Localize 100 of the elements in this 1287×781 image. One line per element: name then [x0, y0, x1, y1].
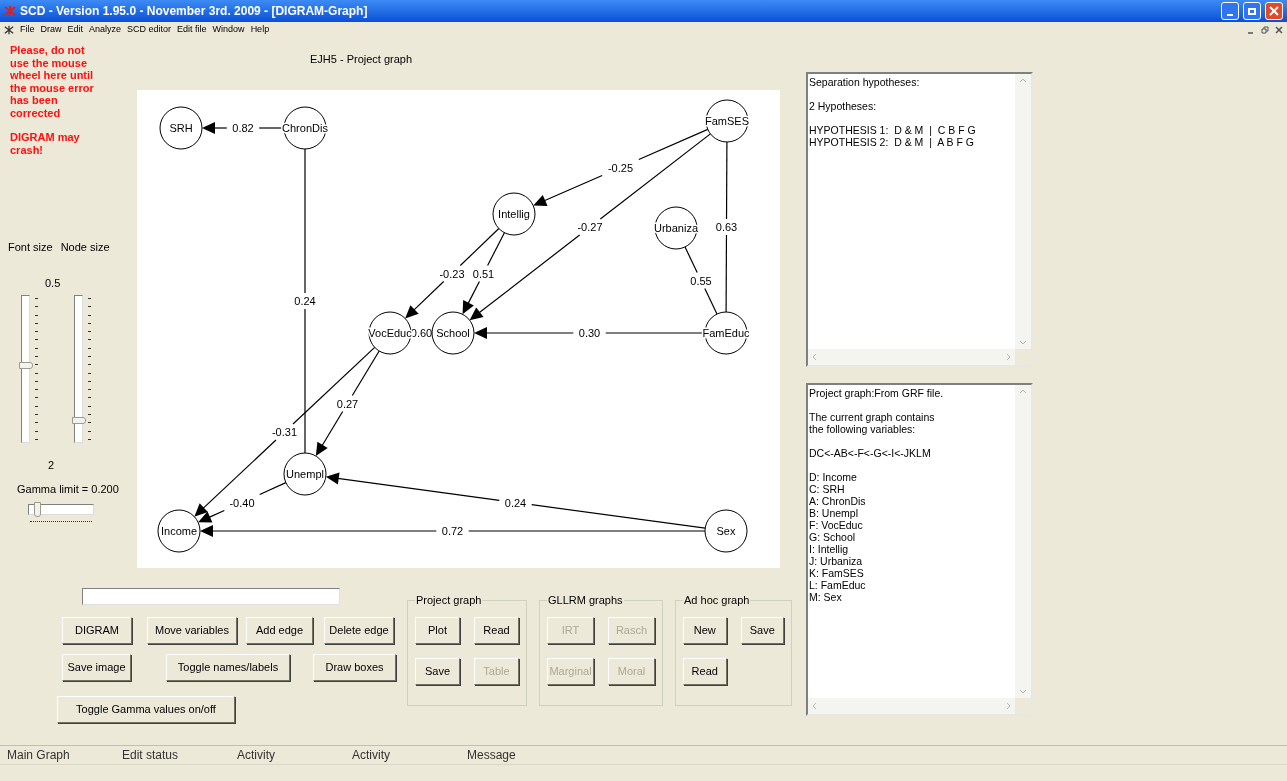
menu-item[interactable]: Window	[212, 23, 245, 37]
scroll-up-icon[interactable]	[1018, 76, 1028, 84]
graph-node[interactable]: Unempl	[283, 452, 327, 496]
panel-text-line: J: Urbaniza	[809, 555, 864, 567]
panel-text-line: I: Intellig	[809, 543, 850, 555]
status-text: Main Graph	[6, 747, 71, 764]
status-text: Edit status	[121, 747, 180, 764]
vertical-scrollbar[interactable]	[1015, 385, 1031, 698]
input-field[interactable]	[82, 588, 340, 605]
edge-weight: 0.24	[504, 496, 527, 509]
panel-text-line: C: SRH	[809, 483, 846, 495]
button[interactable]: Toggle names/labels	[166, 654, 290, 681]
edge-weight: -0.40	[229, 496, 255, 509]
group-title: Project graph	[415, 593, 483, 608]
restore-button[interactable]	[1243, 2, 1261, 20]
edge-weight: 0.30	[578, 327, 601, 339]
edge-weight: 0.72	[441, 525, 464, 537]
scroll-down-icon[interactable]	[1018, 688, 1028, 696]
panel-text-line: F: VocEduc	[809, 519, 864, 531]
scroll-right-icon[interactable]	[1005, 352, 1013, 362]
button[interactable]: DIGRAM	[62, 617, 132, 644]
button[interactable]: Read	[474, 616, 519, 644]
scroll-right-icon[interactable]	[1005, 701, 1013, 711]
slider-max-label: 0.5	[45, 276, 62, 289]
menu-item[interactable]: File	[20, 23, 35, 37]
button[interactable]: New	[683, 616, 727, 644]
horizontal-scrollbar[interactable]	[808, 349, 1015, 365]
button[interactable]: Save	[740, 616, 784, 644]
close-button[interactable]	[1265, 2, 1283, 20]
panel-text-line: 2 Hypotheses:	[809, 100, 878, 112]
graph-node[interactable]: FamSES	[705, 99, 749, 143]
edge-weight: -0.31	[271, 426, 298, 438]
font-size-label: Font size	[8, 240, 53, 253]
edge-weight: -0.27	[577, 221, 603, 233]
gamma-limit-label: Gamma limit = 0.200	[17, 482, 120, 495]
button[interactable]: Delete edge	[324, 617, 394, 644]
graph-node[interactable]: Sex	[704, 509, 748, 553]
panel-text-line: M: Sex	[809, 591, 843, 603]
button[interactable]: Toggle Gamma values on/off	[57, 696, 235, 723]
graph-node[interactable]: SRH	[159, 106, 203, 150]
graph-node[interactable]: Income	[157, 509, 201, 553]
graph-node[interactable]: Urbaniza	[654, 206, 698, 250]
close-icon[interactable]	[1275, 26, 1283, 34]
button[interactable]: Plot	[415, 616, 460, 644]
restore-icon[interactable]	[1261, 26, 1269, 34]
scrollbar-corner	[1015, 349, 1031, 365]
panel-text-line: B: Unempl	[809, 507, 860, 519]
edge-weight: 0.63	[715, 221, 738, 233]
panel-text-line: L: FamEduc	[809, 579, 867, 591]
scroll-left-icon[interactable]	[810, 352, 818, 362]
slider-thumb[interactable]	[72, 416, 86, 424]
graph-title: EJH5 - Project graph	[310, 52, 414, 65]
panel-text-line: Separation hypotheses:	[809, 76, 921, 88]
menu-item[interactable]: SCD editor	[127, 23, 172, 37]
slider-thumb[interactable]	[33, 502, 41, 517]
edge-weight: -0.23	[439, 267, 465, 280]
scroll-left-icon[interactable]	[810, 701, 818, 711]
menu-item[interactable]: Analyze	[89, 23, 122, 37]
panel-text-line: G: School	[809, 531, 857, 543]
slider-thumb[interactable]	[19, 362, 33, 370]
graph-node[interactable]: School	[431, 311, 475, 355]
menu-item[interactable]: Draw	[40, 23, 62, 37]
panel-text-line: HYPOTHESIS 2: D & M | A B F G	[809, 136, 975, 148]
panel-text-line: The current graph contains	[809, 411, 936, 423]
panel-text-line: DC<-AB<-F<-G<-I<-JKLM	[809, 447, 932, 459]
panel-text-line: D: Income	[809, 471, 858, 483]
status-text: Message	[466, 747, 517, 764]
button[interactable]: Move variables	[147, 617, 237, 644]
close-icon	[1269, 6, 1279, 16]
status-text: Activity	[236, 747, 276, 764]
node-size-label: Node size	[60, 240, 110, 253]
minimize-button[interactable]	[1221, 2, 1239, 20]
warning-text: Please, do not use the mouse wheel here until the mouse error has been corrected	[10, 44, 94, 119]
status-text: Activity	[351, 747, 391, 764]
menu-item[interactable]: Edit	[67, 23, 84, 37]
menu-item[interactable]: Edit file	[177, 23, 207, 37]
panel-text-line: A: ChronDis	[809, 495, 867, 507]
button[interactable]: Add edge	[246, 617, 313, 644]
graph-node[interactable]: Intellig	[492, 192, 536, 236]
button[interactable]: Save	[415, 657, 460, 685]
horizontal-scrollbar[interactable]	[808, 698, 1015, 714]
panel-text-line: Project graph:From GRF file.	[809, 387, 945, 399]
app-icon	[4, 5, 16, 17]
panel-text-line: HYPOTHESIS 1: D & M | C B F G	[809, 124, 977, 136]
group-title: GLLRM graphs	[547, 593, 624, 608]
scroll-down-icon[interactable]	[1018, 339, 1028, 347]
window-title: SCD - Version 1.95.0 - November 3rd. 2009 - [DIGRAM-Graph]	[20, 3, 368, 20]
button[interactable]: Draw boxes	[313, 654, 396, 681]
group-title: Ad hoc graph	[683, 593, 751, 608]
menu-item[interactable]: Help	[250, 23, 270, 37]
app-icon	[4, 25, 14, 35]
edge-weight: -0.25	[607, 161, 634, 174]
vertical-scrollbar[interactable]	[1015, 74, 1031, 349]
edge-weight: 0.82	[232, 122, 254, 134]
button[interactable]: Read	[683, 657, 727, 685]
scrollbar-corner	[1015, 698, 1031, 714]
button[interactable]: Save image	[62, 654, 131, 681]
scroll-up-icon[interactable]	[1018, 387, 1028, 395]
slider-min-label: 2	[48, 458, 56, 471]
edge-weight: 0.27	[336, 397, 359, 410]
